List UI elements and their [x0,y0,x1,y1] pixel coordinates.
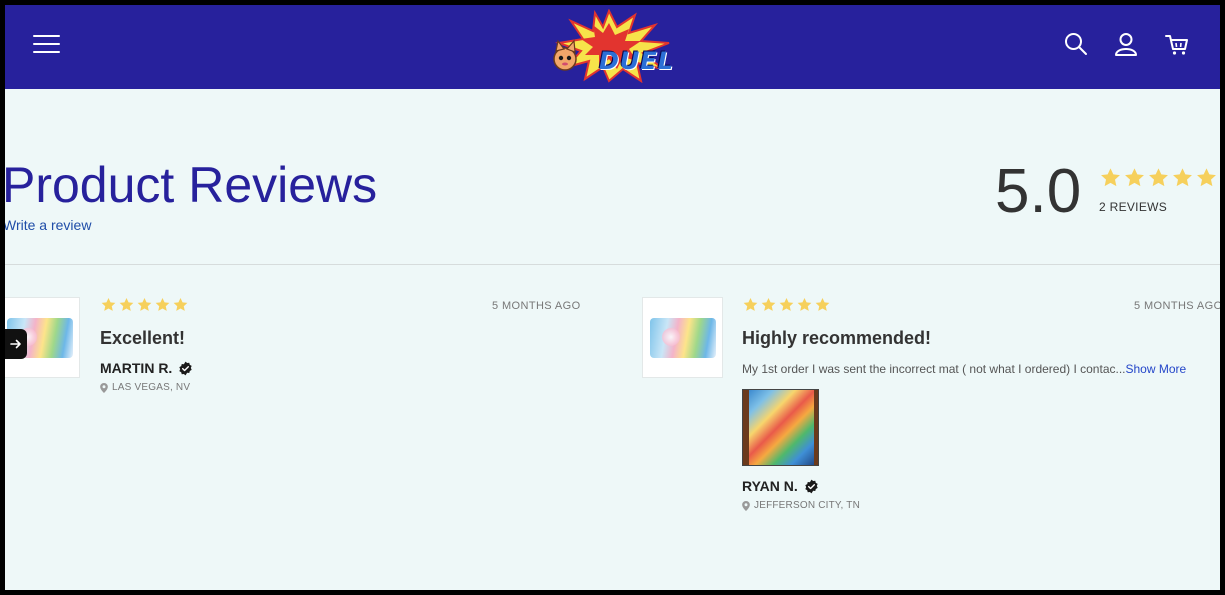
review-title: Highly recommended! [742,328,932,348]
site-logo[interactable]: DUEL [545,8,675,84]
review-location: LAS VEGAS, NV [100,382,190,393]
star-icon [1197,168,1216,187]
star-icon [815,298,830,311]
location-pin-icon [100,382,108,393]
star-icon [797,298,812,311]
location-text: JEFFERSON CITY, TN [754,500,861,511]
playmat-image [649,317,716,358]
average-stars [1099,167,1218,189]
star-icon [137,298,152,311]
star-icon [155,298,170,311]
average-rating: 5.0 [995,157,1082,226]
write-review-link[interactable]: Write a review [5,217,91,233]
site-header: DUEL [5,5,1220,89]
star-icon [743,298,758,311]
star-icon [779,298,794,311]
location-pin-icon [742,500,750,511]
star-icon [119,298,134,311]
side-arrow-button[interactable] [5,329,27,359]
author-name: RYAN N. [742,478,798,494]
account-icon[interactable] [1113,31,1139,57]
review-body-text: My 1st order I was sent the incorrect ma… [742,362,1126,376]
location-text: LAS VEGAS, NV [112,382,191,393]
review-stars [100,297,189,313]
review-body: My 1st order I was sent the incorrect ma… [742,362,1186,376]
review-date: 5 MONTHS AGO [492,300,581,312]
cart-icon[interactable] [1164,31,1190,57]
show-more-link[interactable]: Show More [1126,362,1187,376]
author-name: MARTIN R. [100,360,173,376]
arrow-right-icon [10,339,21,349]
logo-text: DUEL [599,47,675,75]
review-title: Excellent! [100,328,186,348]
star-icon [761,298,776,311]
star-icon [101,298,116,311]
star-icon [1125,168,1144,187]
product-thumbnail[interactable] [642,297,723,378]
page-frame: DUEL Product Reviews Write a review 5.0 … [5,5,1220,590]
verified-badge-icon [805,479,818,493]
star-icon [1101,168,1120,187]
review-location: JEFFERSON CITY, TN [742,500,860,511]
review-author: RYAN N. [742,478,819,494]
star-icon [173,298,188,311]
review-date: 5 MONTHS AGO [1134,300,1220,312]
review-author: MARTIN R. [100,360,193,376]
review-stars [742,297,831,313]
search-icon[interactable] [1063,31,1089,57]
star-icon [1173,168,1192,187]
page-title: Product Reviews [5,157,378,213]
divider [5,264,1220,265]
review-count: 2 REVIEWS [1099,200,1168,214]
verified-badge-icon [179,361,193,375]
review-photo[interactable] [742,389,819,466]
star-icon [1149,168,1168,187]
menu-icon[interactable] [33,33,61,55]
